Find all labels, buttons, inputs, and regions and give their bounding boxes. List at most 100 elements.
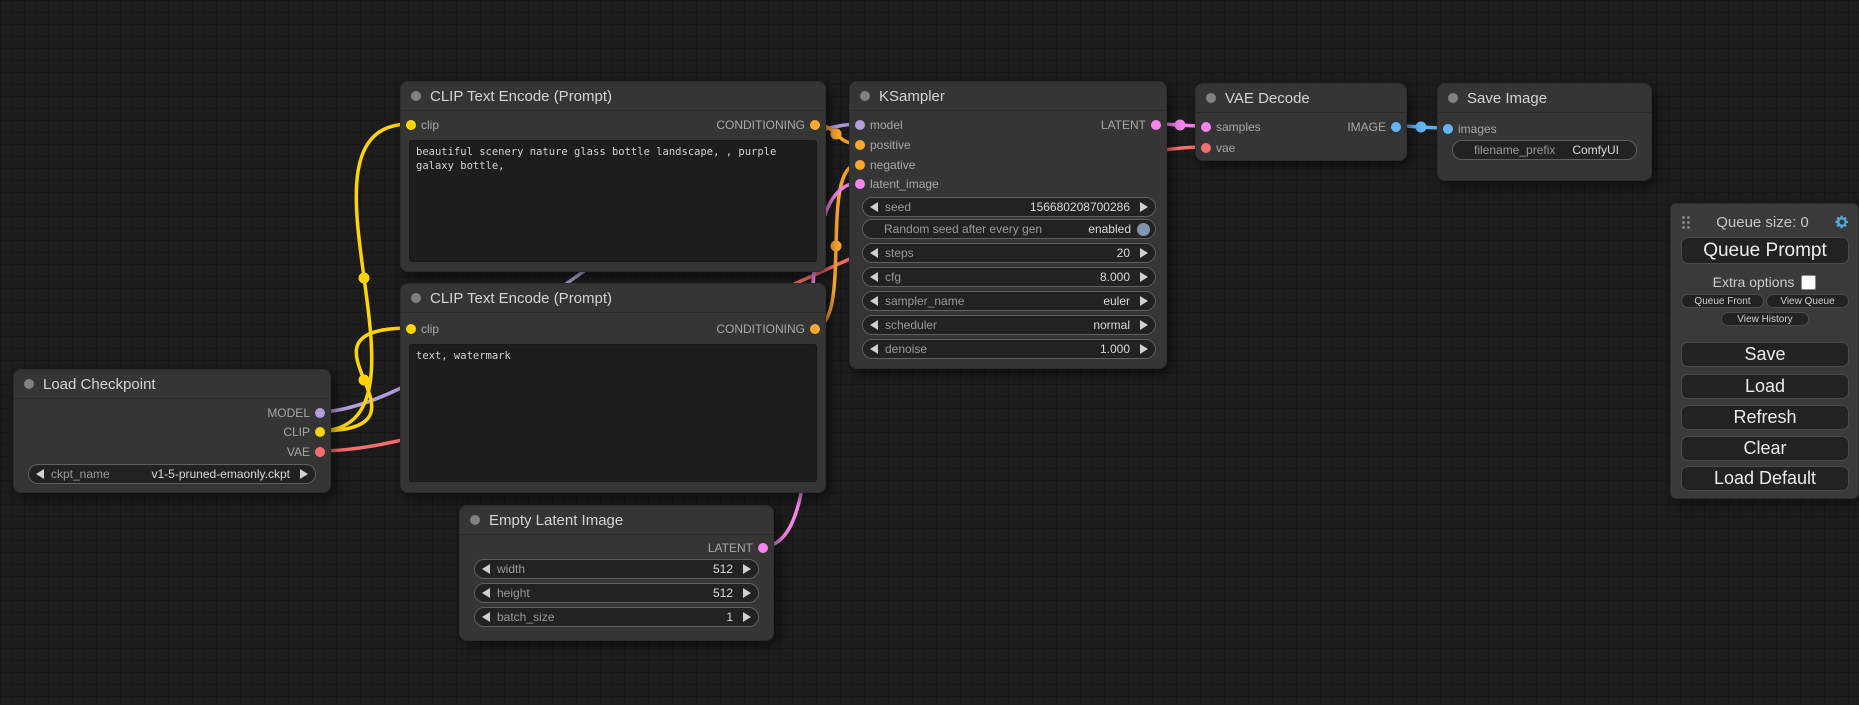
- prompt-text-input[interactable]: text, watermark: [409, 344, 817, 482]
- seed-widget[interactable]: seed 156680208700286: [862, 197, 1156, 217]
- steps-widget[interactable]: steps 20: [862, 243, 1156, 263]
- widget-value: enabled: [1088, 222, 1131, 236]
- extra-options-checkbox[interactable]: [1801, 275, 1816, 290]
- left-triangle-arrow-icon[interactable]: [870, 296, 878, 306]
- node-collapse-dot-icon[interactable]: [1206, 93, 1216, 103]
- latent-slot-dot[interactable]: [1201, 122, 1211, 132]
- node-title: Save Image: [1467, 90, 1547, 107]
- clip-slot-dot[interactable]: [406, 324, 416, 334]
- model-slot-dot[interactable]: [315, 408, 325, 418]
- node-collapse-dot-icon[interactable]: [860, 91, 870, 101]
- widget-label: cfg: [885, 270, 901, 284]
- prompt-text-input[interactable]: beautiful scenery nature glass bottle la…: [409, 140, 817, 262]
- conditioning-slot-dot[interactable]: [855, 160, 865, 170]
- width-widget[interactable]: width 512: [474, 559, 759, 579]
- node-title-bar[interactable]: CLIP Text Encode (Prompt): [401, 284, 825, 313]
- image-slot-dot[interactable]: [1391, 122, 1401, 132]
- node-clip-text-encode-positive[interactable]: CLIP Text Encode (Prompt) clip CONDITION…: [400, 81, 826, 272]
- left-triangle-arrow-icon[interactable]: [870, 344, 878, 354]
- right-triangle-arrow-icon[interactable]: [743, 612, 751, 622]
- node-save-image[interactable]: Save Image images filename_prefix ComfyU…: [1437, 83, 1652, 181]
- right-triangle-arrow-icon[interactable]: [1140, 202, 1148, 212]
- slot-label: CONDITIONING: [716, 322, 805, 336]
- left-triangle-arrow-icon[interactable]: [482, 588, 490, 598]
- output-slot-conditioning: CONDITIONING: [716, 115, 825, 135]
- latent-slot-dot[interactable]: [758, 543, 768, 553]
- slot-label: MODEL: [267, 406, 310, 420]
- refresh-button[interactable]: Refresh: [1681, 405, 1849, 430]
- widget-label: Random seed after every gen: [884, 222, 1042, 236]
- vae-slot-dot[interactable]: [315, 447, 325, 457]
- latent-slot-dot[interactable]: [855, 179, 865, 189]
- clear-button[interactable]: Clear: [1681, 436, 1849, 461]
- node-collapse-dot-icon[interactable]: [411, 293, 421, 303]
- node-collapse-dot-icon[interactable]: [24, 379, 34, 389]
- right-triangle-arrow-icon[interactable]: [743, 564, 751, 574]
- node-load-checkpoint[interactable]: Load Checkpoint MODEL CLIP VAE ckpt_name…: [13, 369, 331, 493]
- node-title-bar[interactable]: Empty Latent Image: [460, 506, 773, 535]
- conditioning-slot-dot[interactable]: [810, 120, 820, 130]
- node-vae-decode[interactable]: VAE Decode samples vae IMAGE: [1195, 83, 1407, 161]
- node-title: Load Checkpoint: [43, 376, 156, 393]
- node-title-bar[interactable]: CLIP Text Encode (Prompt): [401, 82, 825, 111]
- node-title-bar[interactable]: Save Image: [1438, 84, 1651, 113]
- drag-handle-dots-icon[interactable]: [1681, 215, 1691, 230]
- right-triangle-arrow-icon[interactable]: [1140, 296, 1148, 306]
- model-slot-dot[interactable]: [855, 120, 865, 130]
- node-clip-text-encode-negative[interactable]: CLIP Text Encode (Prompt) clip CONDITION…: [400, 283, 826, 493]
- load-default-button[interactable]: Load Default: [1681, 466, 1849, 491]
- comfyui-canvas[interactable]: Load Checkpoint MODEL CLIP VAE ckpt_name…: [0, 0, 1859, 705]
- image-slot-dot[interactable]: [1443, 124, 1453, 134]
- node-title-bar[interactable]: VAE Decode: [1196, 84, 1406, 113]
- left-triangle-arrow-icon[interactable]: [870, 272, 878, 282]
- view-history-button[interactable]: View History: [1721, 312, 1809, 326]
- right-triangle-arrow-icon[interactable]: [1140, 344, 1148, 354]
- right-triangle-arrow-icon[interactable]: [1140, 320, 1148, 330]
- save-button[interactable]: Save: [1681, 342, 1849, 367]
- left-triangle-arrow-icon[interactable]: [870, 202, 878, 212]
- node-title: VAE Decode: [1225, 90, 1310, 107]
- random-seed-widget[interactable]: Random seed after every gen enabled: [862, 219, 1156, 239]
- enabled-toggle-icon[interactable]: [1137, 223, 1150, 236]
- view-queue-button[interactable]: View Queue: [1766, 294, 1849, 308]
- slot-label: positive: [870, 138, 911, 152]
- node-title-bar[interactable]: Load Checkpoint: [14, 370, 330, 399]
- right-triangle-arrow-icon[interactable]: [1140, 248, 1148, 258]
- latent-slot-dot[interactable]: [1151, 120, 1161, 130]
- right-triangle-arrow-icon[interactable]: [300, 469, 308, 479]
- slot-label: clip: [421, 322, 439, 336]
- batch-size-widget[interactable]: batch_size 1: [474, 607, 759, 627]
- load-button[interactable]: Load: [1681, 374, 1849, 399]
- left-triangle-arrow-icon[interactable]: [870, 320, 878, 330]
- denoise-widget[interactable]: denoise 1.000: [862, 339, 1156, 359]
- filename-prefix-widget[interactable]: filename_prefix ComfyUI: [1452, 140, 1637, 160]
- scheduler-widget[interactable]: scheduler normal: [862, 315, 1156, 335]
- node-collapse-dot-icon[interactable]: [470, 515, 480, 525]
- node-title-bar[interactable]: KSampler: [850, 82, 1166, 111]
- gear-icon[interactable]: [1834, 214, 1850, 230]
- node-ksampler[interactable]: KSampler model positive negative latent_…: [849, 81, 1167, 369]
- left-triangle-arrow-icon[interactable]: [870, 248, 878, 258]
- left-triangle-arrow-icon[interactable]: [36, 469, 44, 479]
- sampler-name-widget[interactable]: sampler_name euler: [862, 291, 1156, 311]
- clip-slot-dot[interactable]: [406, 120, 416, 130]
- left-triangle-arrow-icon[interactable]: [482, 612, 490, 622]
- queue-prompt-button[interactable]: Queue Prompt: [1681, 237, 1849, 264]
- height-widget[interactable]: height 512: [474, 583, 759, 603]
- clip-slot-dot[interactable]: [315, 427, 325, 437]
- right-triangle-arrow-icon[interactable]: [1140, 272, 1148, 282]
- cfg-widget[interactable]: cfg 8.000: [862, 267, 1156, 287]
- node-collapse-dot-icon[interactable]: [411, 91, 421, 101]
- left-triangle-arrow-icon[interactable]: [482, 564, 490, 574]
- right-triangle-arrow-icon[interactable]: [743, 588, 751, 598]
- conditioning-slot-dot[interactable]: [855, 140, 865, 150]
- output-slot-model: MODEL: [267, 403, 330, 423]
- node-collapse-dot-icon[interactable]: [1448, 93, 1458, 103]
- conditioning-slot-dot[interactable]: [810, 324, 820, 334]
- node-empty-latent-image[interactable]: Empty Latent Image LATENT width 512 heig…: [459, 505, 774, 641]
- queue-front-button[interactable]: Queue Front: [1681, 294, 1764, 308]
- ckpt-name-widget[interactable]: ckpt_name v1-5-pruned-emaonly.ckpt: [28, 464, 316, 484]
- queue-panel-header: Queue size: 0: [1681, 210, 1850, 234]
- vae-slot-dot[interactable]: [1201, 143, 1211, 153]
- slot-label: VAE: [287, 445, 310, 459]
